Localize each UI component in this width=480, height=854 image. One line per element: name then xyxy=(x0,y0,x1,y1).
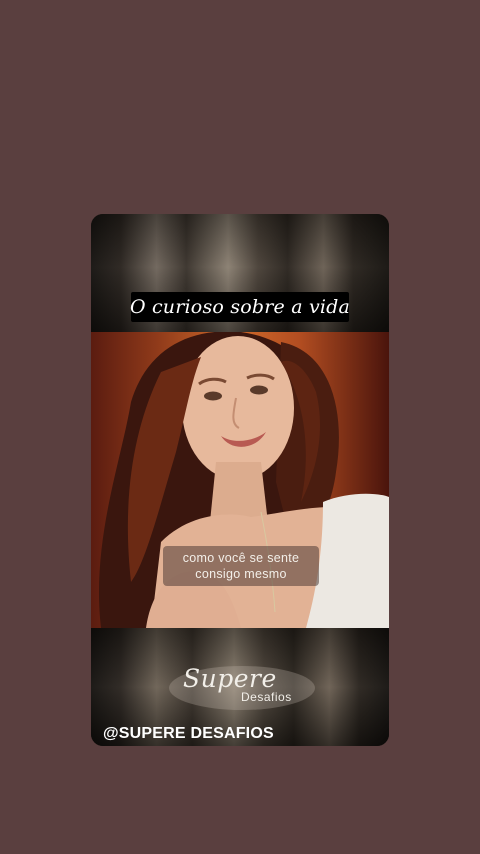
subtitle-line-1: como você se sente xyxy=(182,551,300,565)
bottom-banner: Supere Desafios @SUPERE DESAFIOS xyxy=(91,628,389,746)
account-handle[interactable]: @SUPERE DESAFIOS xyxy=(103,725,274,743)
story-card[interactable]: O curioso sobre a vida como você se sent… xyxy=(91,214,389,746)
top-banner: O curioso sobre a vida xyxy=(91,214,389,332)
logo-script-text: Supere xyxy=(183,664,277,693)
video-subtitle: como você se sente consigo mesmo xyxy=(163,546,319,586)
video-frame[interactable]: como você se sente consigo mesmo xyxy=(91,332,389,628)
subtitle-line-2: consigo mesmo xyxy=(195,567,287,581)
story-title: O curioso sobre a vida xyxy=(129,296,351,318)
logo-sub-text: Desafios xyxy=(241,690,292,704)
title-box: O curioso sobre a vida xyxy=(129,292,351,322)
